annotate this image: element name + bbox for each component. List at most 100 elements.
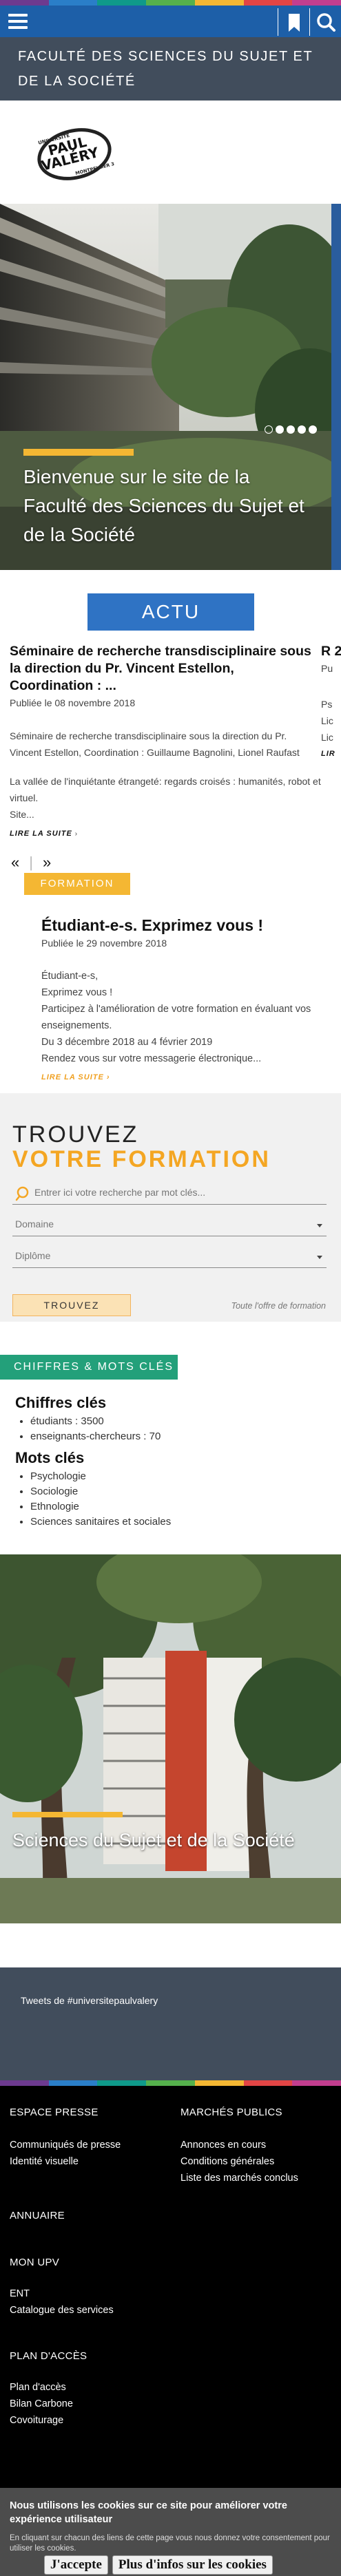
footer-link[interactable]: Catalogue des services (10, 2302, 114, 2319)
keyword-item: Sociologie (30, 1484, 318, 1499)
formation-read-more-link[interactable]: Lire la suite (41, 1073, 104, 1081)
news-title[interactable]: Séminaire de recherche transdisciplinair… (10, 643, 321, 695)
find-title-1: TROUVEZ (12, 1121, 139, 1148)
formation-line-4: Du 3 décembre 2018 au 4 février 2019 (41, 1037, 213, 1048)
keywords-heading: Mots clés (15, 1449, 85, 1466)
footer-press-links: Communiqués de presse Identité visuelle (10, 2137, 121, 2170)
building-image (0, 1554, 341, 1923)
news-para-2: La vallée de l'inquiétante étrangeté: re… (10, 776, 321, 803)
cookie-banner: Nous utilisons les cookies sur ce site p… (0, 2488, 341, 2576)
peek-more: LIR (321, 750, 335, 758)
news-date: Publiée le 08 novembre 2018 (10, 697, 136, 708)
formation-line-5: Rendez vous sur votre messagerie électro… (41, 1053, 262, 1064)
formation-line-3: Participez à l'amélioration de votre for… (41, 1004, 311, 1031)
footer-link[interactable]: Identité visuelle (10, 2153, 121, 2170)
program-search-input[interactable] (34, 1184, 324, 1201)
news-para-1: Séminaire de recherche transdisciplinair… (10, 730, 300, 758)
building-photo: Sciences du Sujet et de la Société (0, 1554, 341, 1923)
slide-dot-4[interactable] (298, 425, 306, 434)
keyword-item: Ethnologie (30, 1499, 318, 1514)
slider-dots (265, 425, 317, 434)
key-figures: Chiffres clés étudiants : 3500 enseignan… (15, 1393, 318, 1534)
bookmark-icon (289, 14, 300, 32)
key-figures-heading: Chiffres clés (15, 1394, 107, 1411)
footer-link[interactable]: ENT (10, 2285, 114, 2302)
diplome-select-label: Diplôme (15, 1250, 51, 1261)
peek-line-3: Lic (321, 732, 333, 743)
footer-link[interactable]: Liste des marchés conclus (180, 2170, 298, 2186)
footer-link[interactable]: Bilan Carbone (10, 2396, 73, 2412)
footer-heading-access[interactable]: PLAN D'ACCÈS (10, 2350, 87, 2362)
footer-markets-links: Annonces en cours Conditions générales L… (180, 2137, 298, 2186)
all-programs-link[interactable]: Toute l'offre de formation (231, 1301, 326, 1311)
cookie-title: Nous utilisons les cookies sur ce site p… (10, 2500, 287, 2525)
top-bar (0, 6, 341, 37)
find-title-2: VOTRE FORMATION (12, 1146, 271, 1172)
tweets-label[interactable]: Tweets de #universitepaulvalery (21, 1995, 158, 2006)
slide-dot-3[interactable] (287, 425, 295, 434)
caret-down-icon (317, 1256, 322, 1259)
hamburger-icon[interactable] (8, 14, 28, 29)
caret-down-icon (317, 1224, 322, 1227)
keyword-item: Psychologie (30, 1469, 318, 1484)
university-logo[interactable]: UNIVERSITÉ PAUL VALÉRY MONTPELLIER 3 (36, 124, 117, 183)
chevron-right-icon: › (106, 1073, 110, 1081)
footer-heading-mon-upv[interactable]: MON UPV (10, 2257, 59, 2268)
slide-dot-5[interactable] (309, 425, 317, 434)
domaine-select[interactable]: Domaine (12, 1213, 327, 1236)
formation-line-1: Étudiant-e-s, (41, 971, 99, 982)
formation-title[interactable]: Étudiant-e-s. Exprimez vous ! (41, 916, 331, 935)
footer-access-links: Plan d'accès Bilan Carbone Covoiturage (10, 2379, 73, 2429)
read-more-link[interactable]: Lire la suite (10, 830, 72, 838)
find-button[interactable]: TROUVEZ (12, 1294, 131, 1316)
bookmark-button[interactable] (278, 8, 309, 36)
footer-link[interactable]: Plan d'accès (10, 2379, 73, 2396)
news-slider-nav: « | » (11, 854, 52, 872)
peek-line-2: Lic (321, 715, 333, 726)
chevron-right-icon: › (74, 830, 78, 838)
footer-link[interactable]: Conditions générales (180, 2153, 298, 2170)
footer-link[interactable]: Covoiturage (10, 2412, 73, 2429)
footer-heading-directory[interactable]: ANNUAIRE (10, 2210, 65, 2221)
next-news-peek: R 2 Pu Ps Lic Lic LIR (321, 643, 341, 762)
formation-tag: FORMATION (24, 873, 130, 895)
hero-slider: Bienvenue sur le site de la Faculté des … (0, 204, 341, 570)
formation-date: Publiée le 29 novembre 2018 (41, 938, 167, 949)
footer-link[interactable]: Communiqués de presse (10, 2137, 121, 2153)
magnifier-icon (15, 1186, 29, 1201)
actu-button[interactable]: ACTU (87, 593, 254, 631)
faculty-title-bar: Faculté des sciences du sujet et de la s… (0, 37, 341, 101)
formation-news-item: Étudiant-e-s. Exprimez vous ! Publiée le… (41, 916, 331, 1086)
tweets-section: Tweets de #universitepaulvalery (0, 1967, 341, 2080)
accept-cookies-button[interactable]: J'accepte (44, 2555, 108, 2575)
keywords-list: Psychologie Sociologie Ethnologie Scienc… (15, 1469, 318, 1530)
key-figures-tag: CHIFFRES & MOTS CLÉS (0, 1355, 178, 1380)
prev-arrow-icon[interactable]: « (11, 854, 19, 872)
search-button[interactable] (309, 8, 341, 36)
peek-date: Pu (321, 663, 333, 674)
formation-body: Étudiant-e-s, Exprimez vous ! Participez… (41, 968, 331, 1086)
faculty-title: Faculté des sciences du sujet et de la s… (18, 49, 313, 89)
building-caption: Sciences du Sujet et de la Société (12, 1812, 295, 1851)
footer-upv-links: ENT Catalogue des services (10, 2285, 114, 2319)
building-accent-bar (12, 1812, 123, 1817)
slide-dot-1[interactable] (265, 425, 273, 434)
stat-item: étudiants : 3500 (30, 1414, 318, 1429)
diplome-select[interactable]: Diplôme (12, 1245, 327, 1268)
footer-heading-press[interactable]: ESPACE PRESSE (10, 2107, 99, 2118)
next-arrow-icon[interactable]: » (43, 854, 51, 872)
news-item: Séminaire de recherche transdisciplinair… (10, 643, 321, 843)
cookie-buttons: J'accepte Plus d'infos sur les cookies (44, 2555, 273, 2575)
stat-item: enseignants-chercheurs : 70 (30, 1429, 318, 1444)
hero-accent-bar (23, 449, 134, 456)
top-color-stripe (0, 0, 341, 6)
cookie-info-button[interactable]: Plus d'infos sur les cookies (112, 2555, 273, 2575)
peek-line-1: Ps (321, 699, 333, 710)
domaine-select-label: Domaine (15, 1218, 54, 1229)
find-program-section: TROUVEZ VOTRE FORMATION Domaine Diplôme … (0, 1093, 341, 1322)
footer-link[interactable]: Annonces en cours (180, 2137, 298, 2153)
footer-heading-markets[interactable]: MARCHÉS PUBLICS (180, 2107, 282, 2118)
slide-dot-2[interactable] (276, 425, 284, 434)
footer-color-stripe (0, 2080, 341, 2086)
news-para-3: Site... (10, 809, 34, 820)
